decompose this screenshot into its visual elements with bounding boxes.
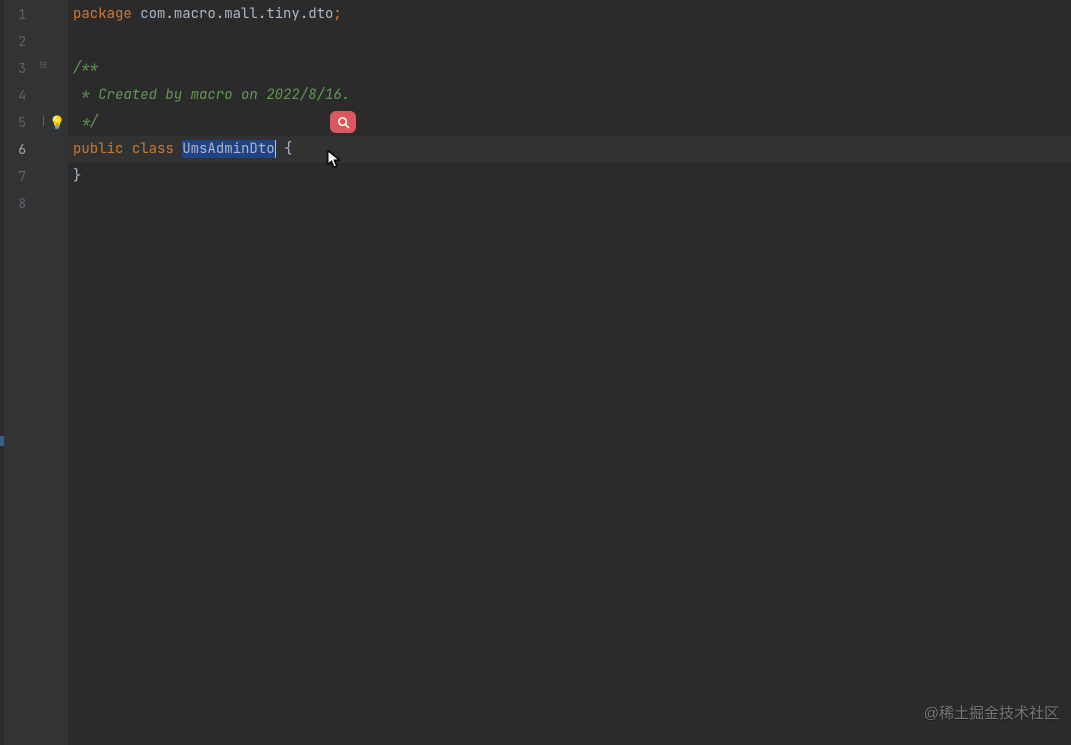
intention-bulb-icon[interactable]: 💡 xyxy=(49,114,65,131)
line-number[interactable]: 4 xyxy=(4,82,26,109)
code-line-4[interactable]: * Created by macro on 2022/8/16. xyxy=(68,82,1071,109)
fold-gutter: ⊟ ⌋ 💡 xyxy=(36,0,68,745)
line-number-gutter[interactable]: 1 2 3 4 5 6 7 8 xyxy=(4,0,36,745)
line-number[interactable]: 3 xyxy=(4,55,26,82)
code-line-8[interactable] xyxy=(68,190,1071,217)
code-line-7[interactable]: } xyxy=(68,163,1071,190)
code-content[interactable]: package com.macro.mall.tiny.dto; /** * C… xyxy=(68,0,1071,745)
code-editor: 1 2 3 4 5 6 7 8 ⊟ ⌋ 💡 package com.macro.… xyxy=(0,0,1071,745)
keyword-package: package xyxy=(73,5,132,23)
left-margin xyxy=(0,0,4,745)
brace-close: } xyxy=(73,167,81,185)
fold-end-icon: ⌋ xyxy=(40,116,47,127)
line-number[interactable]: 2 xyxy=(4,28,26,55)
brace-open: { xyxy=(284,140,292,158)
line-number[interactable]: 8 xyxy=(4,190,26,217)
javadoc-open: /** xyxy=(73,59,98,77)
code-line-2[interactable] xyxy=(68,28,1071,55)
class-name-selected[interactable]: UmsAdminDto xyxy=(182,140,275,158)
semicolon: ; xyxy=(333,5,341,23)
search-badge-icon[interactable] xyxy=(330,111,356,133)
code-line-1[interactable]: package com.macro.mall.tiny.dto; xyxy=(68,1,1071,28)
margin-marker xyxy=(0,436,4,446)
code-line-3[interactable]: /** xyxy=(68,55,1071,82)
code-line-6[interactable]: public class UmsAdminDto { xyxy=(68,136,1071,163)
line-number[interactable]: 7 xyxy=(4,163,26,190)
javadoc-close: */ xyxy=(73,113,98,131)
line-number[interactable]: 5 xyxy=(4,109,26,136)
watermark-text: @稀土掘金技术社区 xyxy=(924,700,1059,727)
fold-toggle-icon[interactable]: ⊟ xyxy=(40,60,47,71)
keyword-class: class xyxy=(132,140,174,158)
package-path: com.macro.mall.tiny.dto xyxy=(140,5,333,23)
keyword-public: public xyxy=(73,140,123,158)
javadoc-body: * Created by macro on 2022/8/16. xyxy=(73,86,350,104)
line-number[interactable]: 6 xyxy=(4,136,26,163)
code-line-5[interactable]: */ xyxy=(68,109,1071,136)
line-number[interactable]: 1 xyxy=(4,1,26,28)
